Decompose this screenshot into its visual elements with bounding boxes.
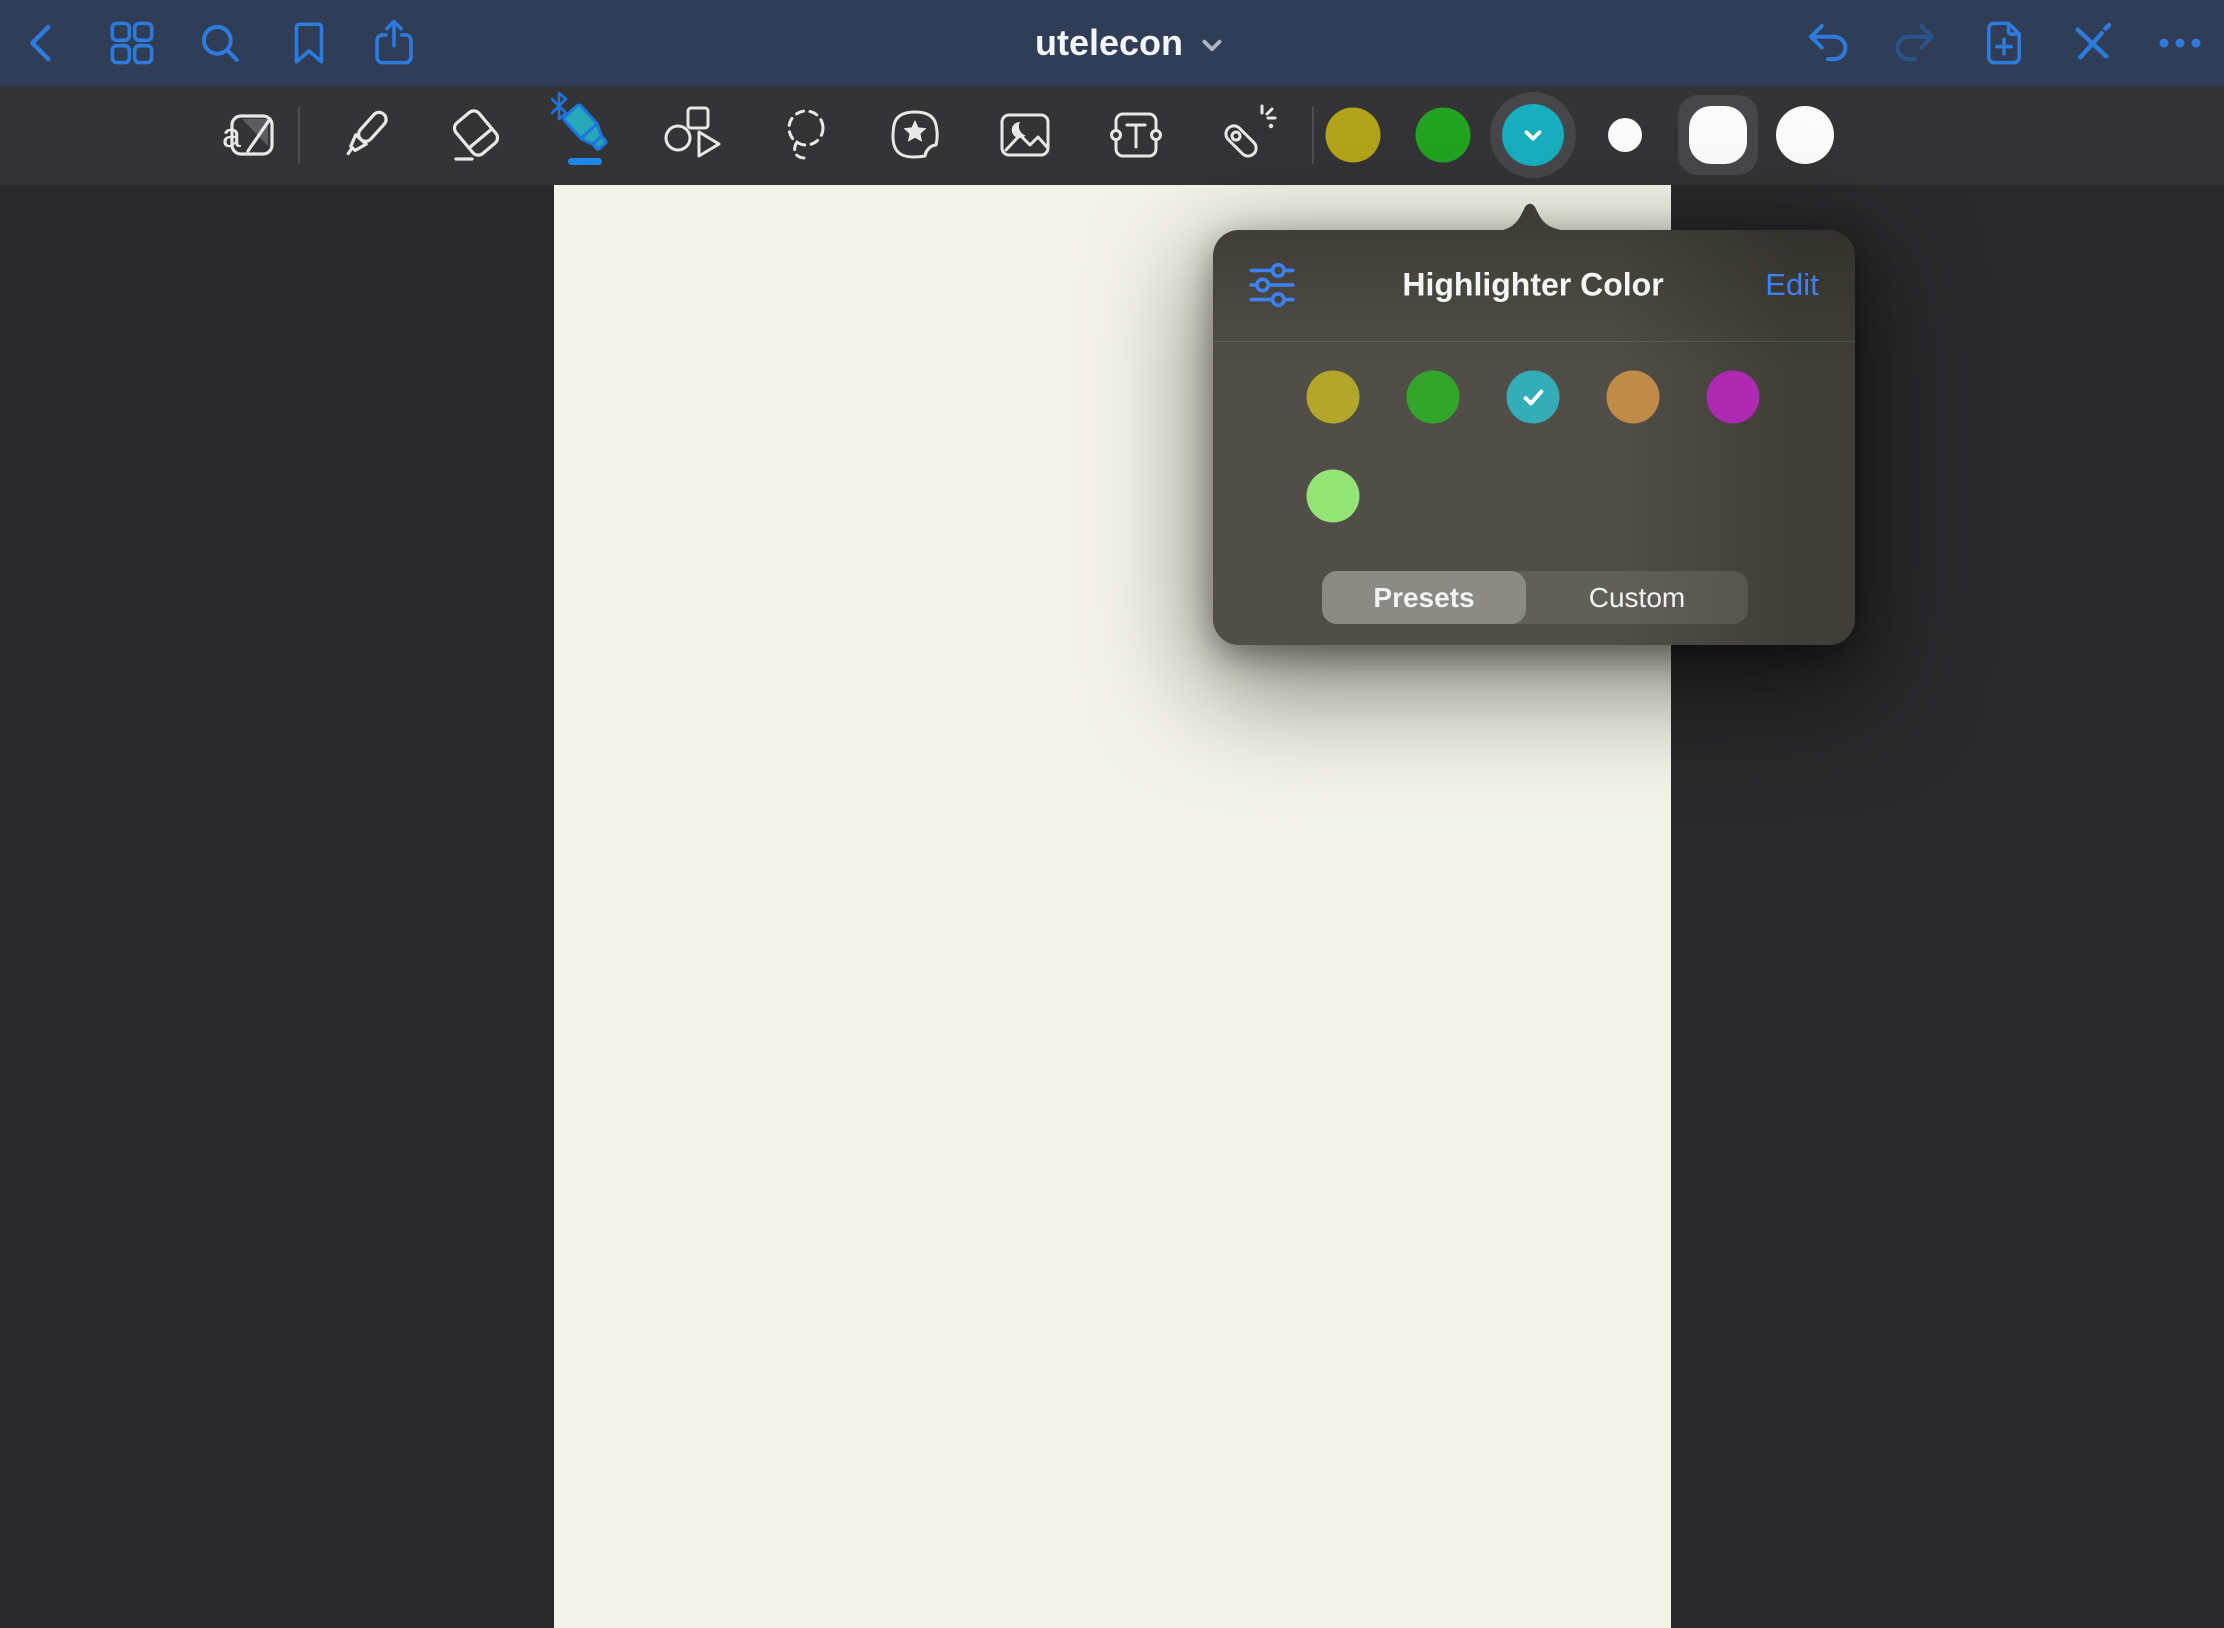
eraser-icon (444, 103, 508, 167)
swatch-teal-selected[interactable] (1490, 92, 1576, 178)
canvas-area (0, 185, 2224, 1628)
add-page-button[interactable] (1969, 8, 2039, 78)
large-thickness-dot (1776, 106, 1834, 164)
tab-presets[interactable]: Presets (1322, 571, 1526, 624)
thickness-large[interactable] (1776, 106, 1834, 164)
preset-color-magenta[interactable] (1707, 371, 1760, 424)
sliders-icon (1247, 260, 1297, 310)
presets-custom-segmented-control: Presets Custom (1322, 571, 1748, 624)
popover-title: Highlighter Color (1402, 267, 1663, 304)
shapes-icon (663, 103, 727, 167)
redo-icon (1890, 18, 1940, 68)
scroll-mode-icon: a (220, 103, 284, 167)
undo-icon (1803, 18, 1853, 68)
tool-eraser[interactable] (436, 92, 516, 178)
selected-thickness-highlight (1678, 95, 1758, 175)
preset-color-teal-selected[interactable] (1507, 371, 1560, 424)
tool-image[interactable] (985, 92, 1065, 178)
preset-color-green[interactable] (1407, 371, 1460, 424)
tool-scroll-mode[interactable]: a (212, 92, 292, 178)
thickness-small[interactable] (1608, 118, 1642, 152)
tool-pen[interactable] (325, 92, 405, 178)
back-button[interactable] (8, 8, 78, 78)
toolbar-divider (298, 107, 300, 164)
pen-icon (333, 103, 397, 167)
tab-custom[interactable]: Custom (1526, 571, 1748, 624)
green-color-dot (1416, 108, 1471, 163)
undo-button[interactable] (1793, 8, 1863, 78)
ellipsis-icon (2155, 18, 2205, 68)
popover-arrow (1493, 201, 1577, 231)
teal-color-dot (1502, 104, 1564, 166)
tool-laser-pointer[interactable] (1207, 92, 1287, 178)
search-icon (195, 18, 245, 68)
highlighter-color-popover: Highlighter Color Edit Presets Custom (1213, 230, 1855, 645)
tools-toolbar: a (0, 86, 2224, 185)
chevron-down-icon (1518, 120, 1548, 150)
tool-highlighter[interactable] (546, 92, 626, 178)
pen-mode-toggle-button[interactable] (2057, 8, 2127, 78)
top-navigation-bar: utelecon (0, 0, 2224, 86)
thickness-medium-selected[interactable] (1678, 95, 1758, 175)
popover-header: Highlighter Color Edit (1213, 230, 1855, 342)
chevron-down-icon (1199, 33, 1225, 59)
bookmark-icon (284, 18, 334, 68)
medium-thickness-dot (1689, 106, 1747, 164)
lasso-icon (774, 103, 838, 167)
preset-color-light-green[interactable] (1307, 470, 1360, 523)
stroke-settings-button[interactable] (1240, 253, 1304, 317)
preset-color-orange[interactable] (1607, 371, 1660, 424)
swatch-yellow[interactable] (1326, 108, 1381, 163)
bookmark-button[interactable] (274, 8, 344, 78)
text-tool-icon (1104, 103, 1168, 167)
svg-text:a: a (222, 117, 241, 155)
redo-button[interactable] (1880, 8, 1950, 78)
back-icon (18, 18, 68, 68)
more-button[interactable] (2145, 8, 2215, 78)
swatch-green[interactable] (1416, 108, 1471, 163)
share-icon (369, 18, 419, 68)
grid-view-icon (107, 18, 157, 68)
tool-elements[interactable] (875, 92, 955, 178)
pages-overview-button[interactable] (97, 8, 167, 78)
edit-colors-button[interactable]: Edit (1765, 267, 1818, 303)
preset-color-olive[interactable] (1307, 371, 1360, 424)
crossed-pencil-icon (2067, 18, 2117, 68)
document-title: utelecon (1035, 22, 1183, 64)
toolbar-divider (1312, 107, 1314, 164)
document-title-menu[interactable]: utelecon (1035, 22, 1225, 64)
laser-pointer-icon (1215, 103, 1279, 167)
search-button[interactable] (185, 8, 255, 78)
image-icon (993, 103, 1057, 167)
small-thickness-dot (1608, 118, 1642, 152)
yellow-color-dot (1326, 108, 1381, 163)
selected-swatch-ring (1490, 92, 1576, 178)
checkmark-icon (1516, 380, 1550, 414)
share-button[interactable] (359, 8, 429, 78)
tool-shapes[interactable] (655, 92, 735, 178)
elements-sticker-icon (883, 103, 947, 167)
tool-lasso[interactable] (766, 92, 846, 178)
tool-text[interactable] (1096, 92, 1176, 178)
bluetooth-icon (548, 90, 572, 122)
add-page-icon (1979, 18, 2029, 68)
